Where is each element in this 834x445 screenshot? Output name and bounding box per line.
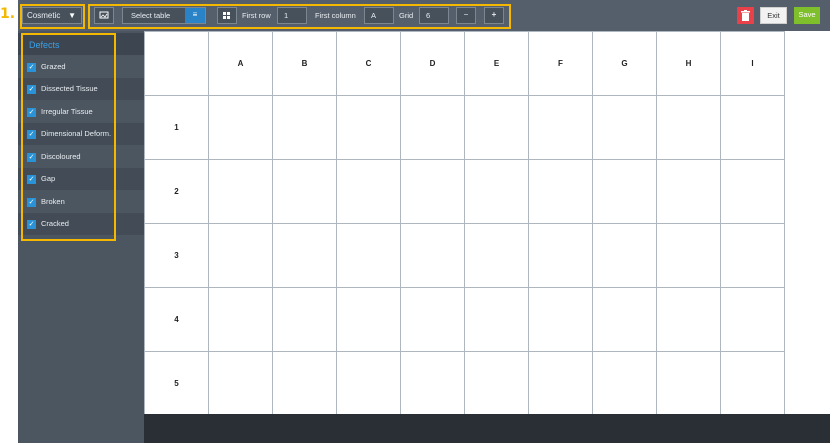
- exit-button[interactable]: Exit: [760, 7, 787, 24]
- grid-cell[interactable]: [528, 95, 593, 160]
- grid-cell[interactable]: [720, 159, 785, 224]
- column-header: D: [400, 31, 465, 96]
- grid-cell[interactable]: [208, 351, 273, 416]
- grid-cell[interactable]: [400, 95, 465, 160]
- grid-cell[interactable]: [592, 351, 657, 416]
- grid-cell[interactable]: [336, 351, 401, 416]
- grid-cell[interactable]: [464, 159, 529, 224]
- grid-cell[interactable]: [464, 351, 529, 416]
- grid-cell[interactable]: [400, 223, 465, 288]
- highlight-box-2: [21, 33, 116, 241]
- grid-cell[interactable]: [272, 287, 337, 352]
- column-header: B: [272, 31, 337, 96]
- column-header: F: [528, 31, 593, 96]
- grid-cell[interactable]: [656, 159, 721, 224]
- exit-label: Exit: [767, 11, 780, 20]
- grid-canvas: ABCDEFGHI12345: [144, 31, 830, 416]
- grid-cell[interactable]: [336, 223, 401, 288]
- grid-cell[interactable]: [464, 223, 529, 288]
- grid-corner-cell: [144, 31, 209, 96]
- grid-cell[interactable]: [272, 95, 337, 160]
- grid-cell[interactable]: [208, 223, 273, 288]
- column-header: A: [208, 31, 273, 96]
- row-header: 4: [144, 287, 209, 352]
- grid-cell[interactable]: [656, 351, 721, 416]
- bottom-bar: [144, 414, 830, 443]
- column-header: G: [592, 31, 657, 96]
- grid-cell[interactable]: [208, 95, 273, 160]
- grid-cell[interactable]: [336, 287, 401, 352]
- grid-row: 2: [144, 159, 785, 224]
- grid-cell[interactable]: [592, 287, 657, 352]
- grid-cell[interactable]: [528, 223, 593, 288]
- grid-cell[interactable]: [720, 351, 785, 416]
- grid-row: 4: [144, 287, 785, 352]
- grid-cell[interactable]: [272, 159, 337, 224]
- grid-cell[interactable]: [272, 223, 337, 288]
- grid-cell[interactable]: [208, 159, 273, 224]
- delete-button[interactable]: [737, 7, 754, 24]
- grid-cell[interactable]: [528, 159, 593, 224]
- highlight-box-3: [88, 4, 511, 29]
- save-button[interactable]: Save: [794, 7, 820, 24]
- column-header: C: [336, 31, 401, 96]
- defects-sidebar: Defects ✓ Grazed ✓ Dissected Tissue ✓ Ir…: [18, 31, 144, 443]
- toolbar: Cosmetic ▼ Select table ≡ First row 1 Fi…: [18, 0, 830, 32]
- grid-header-row: ABCDEFGHI: [144, 31, 785, 96]
- row-header: 3: [144, 223, 209, 288]
- grid-cell[interactable]: [528, 351, 593, 416]
- row-header: 5: [144, 351, 209, 416]
- grid-cell[interactable]: [592, 223, 657, 288]
- grid-row: 5: [144, 351, 785, 416]
- column-header: E: [464, 31, 529, 96]
- row-header: 2: [144, 159, 209, 224]
- grid-cell[interactable]: [272, 351, 337, 416]
- highlight-box-1: [20, 4, 85, 29]
- grid-cell[interactable]: [592, 95, 657, 160]
- grid-cell[interactable]: [656, 95, 721, 160]
- grid-cell[interactable]: [656, 287, 721, 352]
- grid-cell[interactable]: [400, 351, 465, 416]
- grid-cell[interactable]: [336, 95, 401, 160]
- grid-cell[interactable]: [336, 159, 401, 224]
- app-window: Cosmetic ▼ Select table ≡ First row 1 Fi…: [18, 0, 830, 443]
- grid-cell[interactable]: [208, 287, 273, 352]
- grid-cell[interactable]: [528, 287, 593, 352]
- row-header: 1: [144, 95, 209, 160]
- save-label: Save: [798, 10, 816, 19]
- annotation-1: 1.: [0, 6, 16, 22]
- grid-cell[interactable]: [400, 159, 465, 224]
- grid-cell[interactable]: [464, 95, 529, 160]
- grid-row: 3: [144, 223, 785, 288]
- grid-cell[interactable]: [720, 287, 785, 352]
- grid-cell[interactable]: [464, 287, 529, 352]
- grid-cell[interactable]: [656, 223, 721, 288]
- grid-cell[interactable]: [720, 95, 785, 160]
- grid-cell[interactable]: [720, 223, 785, 288]
- column-header: I: [720, 31, 785, 96]
- column-header: H: [656, 31, 721, 96]
- grid-row: 1: [144, 95, 785, 160]
- defect-grid: ABCDEFGHI12345: [144, 31, 785, 416]
- grid-cell[interactable]: [592, 159, 657, 224]
- grid-cell[interactable]: [400, 287, 465, 352]
- trash-icon: [741, 10, 750, 21]
